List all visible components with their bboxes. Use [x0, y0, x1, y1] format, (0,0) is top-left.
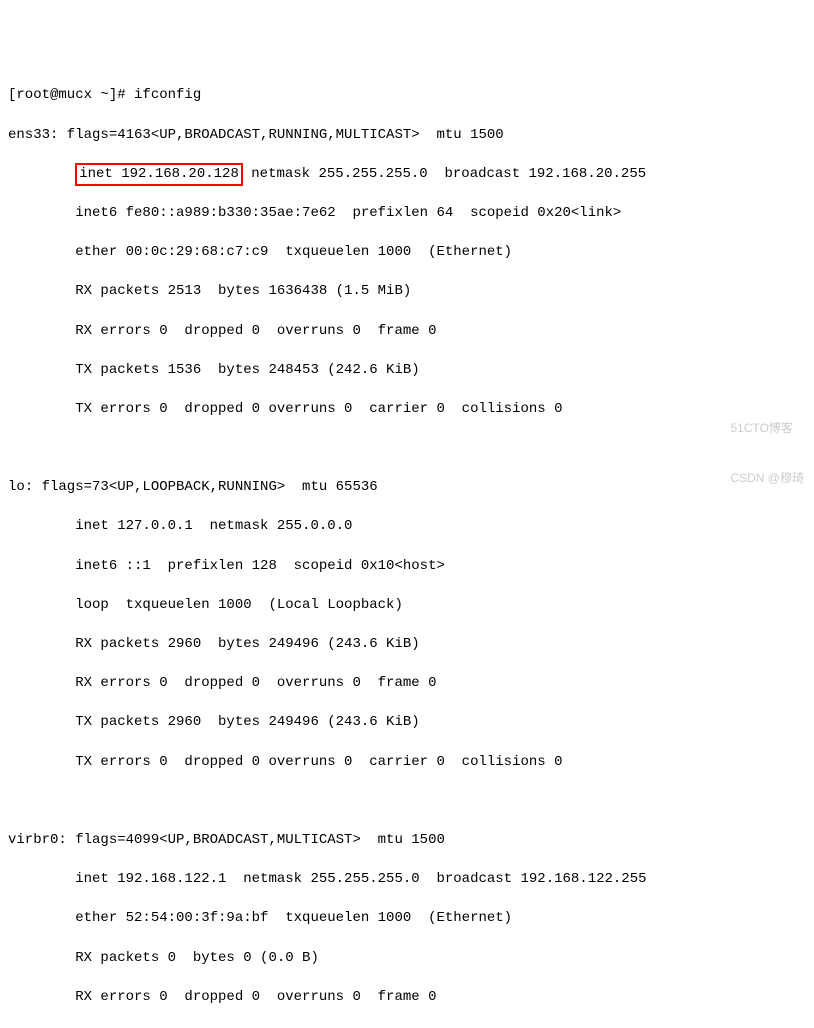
virbr0-tx-packets: TX packets 0 bytes 0 (0.0 B): [8, 1027, 806, 1028]
virbr0-rx-errors: RX errors 0 dropped 0 overruns 0 frame 0: [8, 988, 806, 1008]
watermark: 51CTO博客 CSDN @穆琦: [730, 386, 804, 504]
ens33-inet-line: inet 192.168.20.128 netmask 255.255.255.…: [8, 165, 806, 185]
lo-inet: inet 127.0.0.1 netmask 255.0.0.0: [8, 517, 806, 537]
lo-loop: loop txqueuelen 1000 (Local Loopback): [8, 596, 806, 616]
ens33-tx-errors: TX errors 0 dropped 0 overruns 0 carrier…: [8, 400, 806, 420]
watermark-line-2: CSDN @穆琦: [730, 470, 804, 487]
lo-tx-packets: TX packets 2960 bytes 249496 (243.6 KiB): [8, 713, 806, 733]
blank-line: [8, 792, 806, 812]
ens33-rx-packets: RX packets 2513 bytes 1636438 (1.5 MiB): [8, 282, 806, 302]
virbr0-header: virbr0: flags=4099<UP,BROADCAST,MULTICAS…: [8, 831, 806, 851]
inet-rest: netmask 255.255.255.0 broadcast 192.168.…: [243, 166, 646, 182]
virbr0-inet: inet 192.168.122.1 netmask 255.255.255.0…: [8, 870, 806, 890]
virbr0-ether: ether 52:54:00:3f:9a:bf txqueuelen 1000 …: [8, 909, 806, 929]
virbr0-rx-packets: RX packets 0 bytes 0 (0.0 B): [8, 949, 806, 969]
watermark-line-1: 51CTO博客: [730, 420, 804, 437]
ens33-rx-errors: RX errors 0 dropped 0 overruns 0 frame 0: [8, 322, 806, 342]
lo-header: lo: flags=73<UP,LOOPBACK,RUNNING> mtu 65…: [8, 478, 806, 498]
lo-rx-errors: RX errors 0 dropped 0 overruns 0 frame 0: [8, 674, 806, 694]
highlighted-ip: inet 192.168.20.128: [75, 163, 243, 187]
ens33-inet6: inet6 fe80::a989:b330:35ae:7e62 prefixle…: [8, 204, 806, 224]
prompt-line-1: [root@mucx ~]# ifconfig: [8, 86, 806, 106]
indent: [8, 166, 75, 182]
ens33-header: ens33: flags=4163<UP,BROADCAST,RUNNING,M…: [8, 126, 806, 146]
ens33-ether: ether 00:0c:29:68:c7:c9 txqueuelen 1000 …: [8, 243, 806, 263]
blank-line: [8, 439, 806, 459]
lo-tx-errors: TX errors 0 dropped 0 overruns 0 carrier…: [8, 753, 806, 773]
lo-inet6: inet6 ::1 prefixlen 128 scopeid 0x10<hos…: [8, 557, 806, 577]
lo-rx-packets: RX packets 2960 bytes 249496 (243.6 KiB): [8, 635, 806, 655]
ens33-tx-packets: TX packets 1536 bytes 248453 (242.6 KiB): [8, 361, 806, 381]
